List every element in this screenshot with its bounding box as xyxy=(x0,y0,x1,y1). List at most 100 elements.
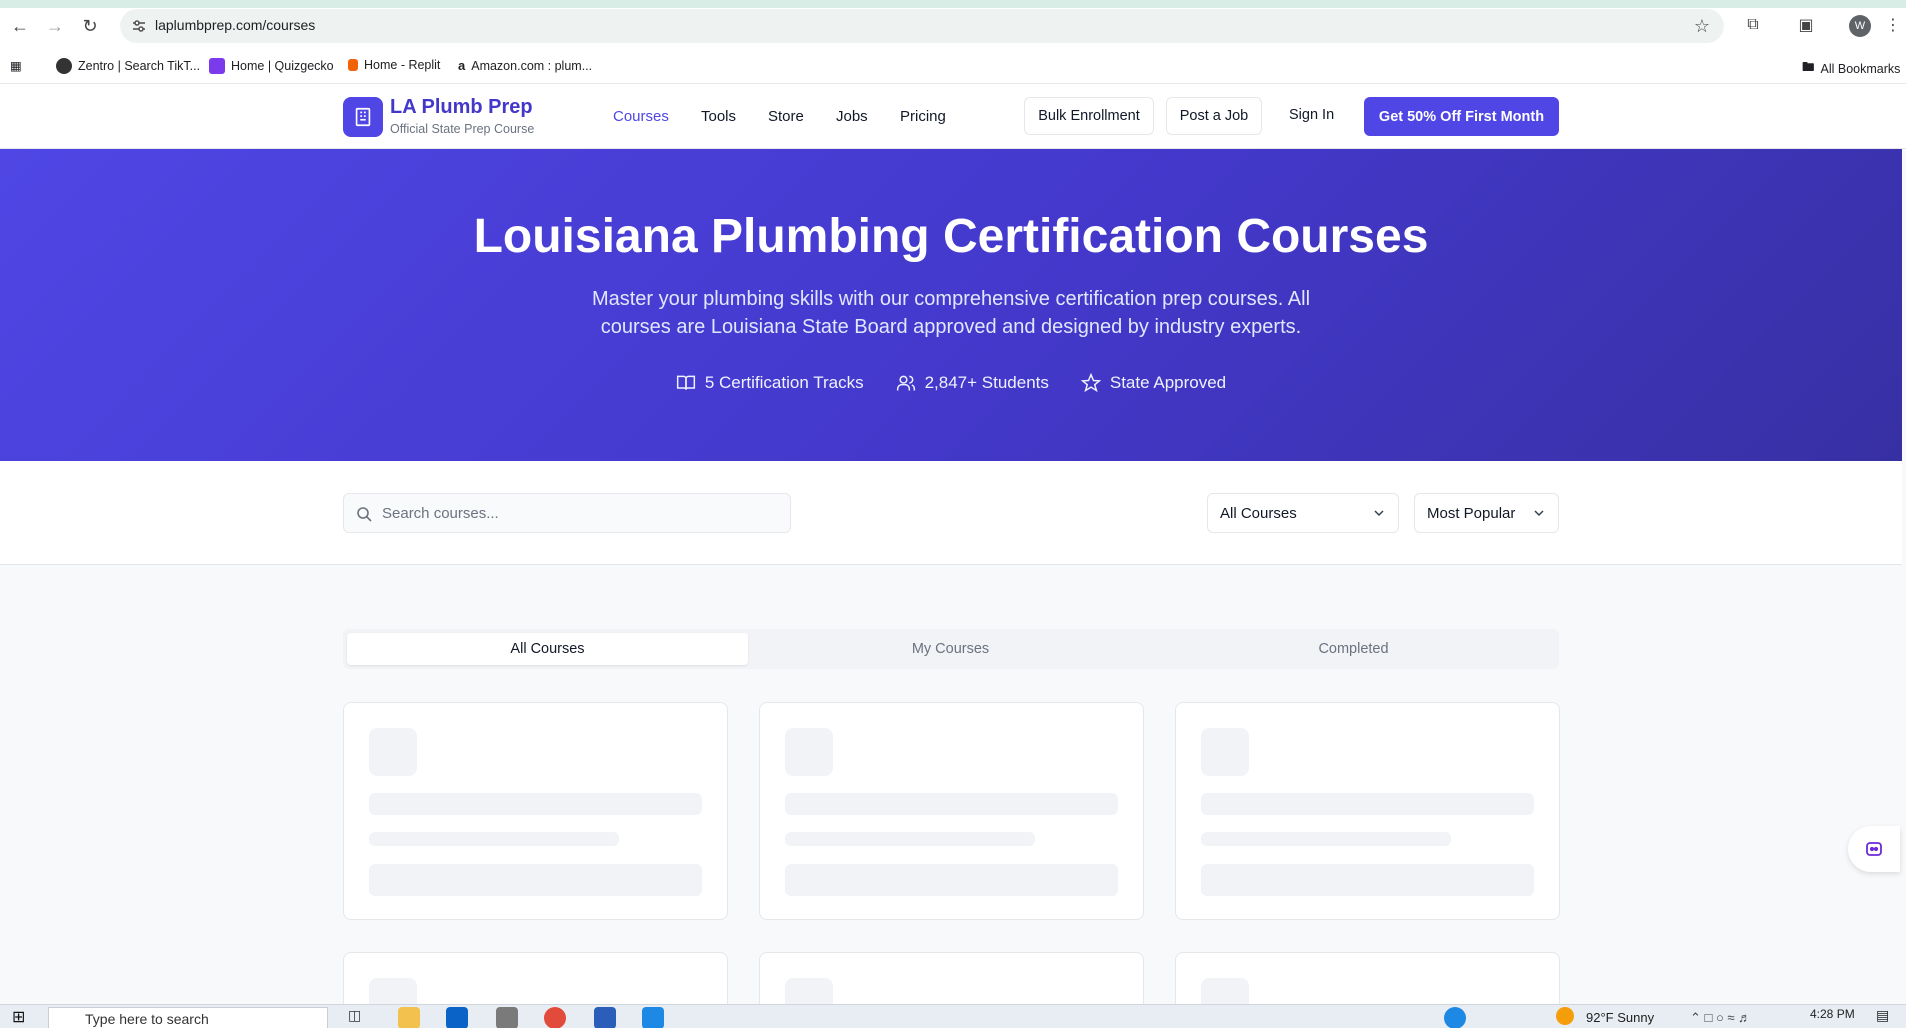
nav-jobs[interactable]: Jobs xyxy=(836,108,868,125)
search-input[interactable] xyxy=(382,494,782,532)
post-job-button[interactable]: Post a Job xyxy=(1166,97,1262,135)
page-title: Louisiana Plumbing Certification Courses xyxy=(473,210,1429,263)
chevron-down-icon xyxy=(1374,510,1384,517)
zentro-icon xyxy=(56,58,72,74)
powershell-icon[interactable] xyxy=(594,1007,616,1028)
bookmark-label: Zentro | Search TikT... xyxy=(78,59,201,73)
skeleton-icon xyxy=(1201,728,1249,776)
address-bar[interactable]: laplumbprep.com/courses ☆ xyxy=(120,9,1724,43)
windows-start-icon[interactable]: ⊞ xyxy=(12,1007,34,1028)
search-icon xyxy=(357,507,372,522)
taskbar-search-placeholder: Type here to search xyxy=(85,1011,209,1027)
extensions-icon[interactable]: ⧉ xyxy=(1742,14,1764,36)
bookmark-quizgecko[interactable]: Home | Quizgecko xyxy=(209,58,334,74)
star-icon xyxy=(1080,373,1101,393)
nav-tools[interactable]: Tools xyxy=(701,108,736,125)
course-card-skeleton xyxy=(343,702,728,920)
file-explorer-icon[interactable] xyxy=(398,1007,420,1028)
search-box xyxy=(343,493,791,533)
category-select-value: All Courses xyxy=(1220,504,1297,522)
tab-my-courses[interactable]: My Courses xyxy=(750,633,1151,665)
discount-cta-button[interactable]: Get 50% Off First Month xyxy=(1364,97,1559,136)
weather-icon xyxy=(1556,1007,1574,1025)
skeleton-button xyxy=(369,864,702,896)
outlook-icon[interactable] xyxy=(446,1007,468,1028)
nav-pricing[interactable]: Pricing xyxy=(900,108,946,125)
skeleton-title xyxy=(1201,793,1534,815)
tray-icons[interactable]: ⌃ □ ○ ≈ ♬ xyxy=(1690,1010,1751,1026)
floating-assistant-button[interactable] xyxy=(1848,826,1900,872)
skeleton-line xyxy=(785,832,1035,846)
hero-stats: 5 Certification Tracks 2,847+ Students S… xyxy=(0,373,1902,393)
sign-in-link[interactable]: Sign In xyxy=(1289,107,1334,123)
logo-subtitle: Official State Prep Course xyxy=(390,122,535,136)
bookmarks-bar: ▦ Zentro | Search TikT... Home | Quizgec… xyxy=(0,50,1906,84)
os-taskbar: ⊞ Type here to search ◫ 92°F Sunny ⌃ □ ○… xyxy=(0,1004,1906,1028)
replit-icon xyxy=(348,59,358,71)
hero-banner: Louisiana Plumbing Certification Courses… xyxy=(0,149,1902,461)
task-view-icon[interactable]: ◫ xyxy=(348,1007,370,1028)
nav-store[interactable]: Store xyxy=(768,108,804,125)
filter-bar: All Courses Most Popular xyxy=(0,461,1902,565)
skeleton-icon xyxy=(369,728,417,776)
stat-students: 2,847+ Students xyxy=(896,373,1049,393)
weather-text[interactable]: 92°F Sunny xyxy=(1586,1010,1654,1025)
stat-tracks: 5 Certification Tracks xyxy=(676,373,864,393)
chrome-icon[interactable] xyxy=(544,1007,566,1028)
skeleton-title xyxy=(369,793,702,815)
bulk-enrollment-button[interactable]: Bulk Enrollment xyxy=(1024,97,1154,135)
skeleton-line xyxy=(369,832,619,846)
sort-select-value: Most Popular xyxy=(1427,504,1516,522)
tab-all-courses[interactable]: All Courses xyxy=(347,633,748,665)
apps-grid-icon[interactable]: ▦ xyxy=(10,58,22,73)
bookmark-label: Amazon.com : plum... xyxy=(471,58,593,73)
chevron-down-icon xyxy=(1534,510,1544,517)
bookmark-zentro[interactable]: Zentro | Search TikT... xyxy=(56,58,200,74)
amazon-icon: a xyxy=(458,58,466,73)
tab-strip xyxy=(0,0,1906,8)
sort-select[interactable]: Most Popular xyxy=(1414,493,1559,533)
stat-label: 5 Certification Tracks xyxy=(704,373,864,392)
all-bookmarks-label: All Bookmarks xyxy=(1820,61,1901,76)
bookmark-star-icon[interactable]: ☆ xyxy=(1694,16,1710,37)
tab-completed[interactable]: Completed xyxy=(1153,633,1554,665)
site-info-icon[interactable] xyxy=(130,17,148,35)
notifications-icon[interactable]: ▤ xyxy=(1876,1007,1898,1028)
dropbox-icon[interactable] xyxy=(496,1007,518,1028)
vscode-icon[interactable] xyxy=(642,1007,664,1028)
tab-search-icon[interactable]: ▣ xyxy=(1795,14,1817,36)
course-card-skeleton xyxy=(759,702,1144,920)
skeleton-line xyxy=(1201,832,1451,846)
stat-approved: State Approved xyxy=(1080,373,1226,393)
skeleton-icon xyxy=(785,728,833,776)
reload-icon[interactable]: ↻ xyxy=(78,14,102,38)
course-card-skeleton xyxy=(1175,702,1560,920)
stat-label: 2,847+ Students xyxy=(924,373,1049,392)
all-bookmarks[interactable]: 🖿 All Bookmarks xyxy=(1802,58,1900,79)
nav-courses[interactable]: Courses xyxy=(613,108,669,125)
category-select[interactable]: All Courses xyxy=(1207,493,1399,533)
skeleton-title xyxy=(785,793,1118,815)
forward-icon[interactable]: → xyxy=(43,14,67,38)
site-header: LA Plumb Prep Official State Prep Course… xyxy=(0,84,1906,149)
profile-avatar[interactable]: W xyxy=(1849,15,1871,37)
logo-title[interactable]: LA Plumb Prep xyxy=(390,96,533,119)
folder-icon: 🖿 xyxy=(1802,60,1815,74)
browser-toolbar: ← → ↻ laplumbprep.com/courses ☆ ⧉ ▣ W ⋮ xyxy=(0,0,1906,50)
skeleton-button xyxy=(1201,864,1534,896)
bookmark-replit[interactable]: Home - Replit xyxy=(348,58,440,72)
help-icon[interactable] xyxy=(1444,1007,1466,1028)
quizgecko-icon xyxy=(209,58,225,74)
book-icon xyxy=(676,375,695,390)
assistant-icon xyxy=(1866,842,1882,856)
logo-icon[interactable] xyxy=(343,97,383,137)
users-icon xyxy=(896,375,915,391)
back-icon[interactable]: ← xyxy=(8,14,32,38)
url-text: laplumbprep.com/courses xyxy=(155,17,316,33)
bookmark-amazon[interactable]: a Amazon.com : plum... xyxy=(458,58,592,73)
more-menu-icon[interactable]: ⋮ xyxy=(1882,14,1904,36)
taskbar-search[interactable]: Type here to search xyxy=(48,1007,328,1028)
clock[interactable]: 4:28 PM xyxy=(1810,1007,1855,1021)
hero-subtitle: Master your plumbing skills with our com… xyxy=(591,288,1311,338)
bookmark-label: Home - Replit xyxy=(364,58,441,72)
